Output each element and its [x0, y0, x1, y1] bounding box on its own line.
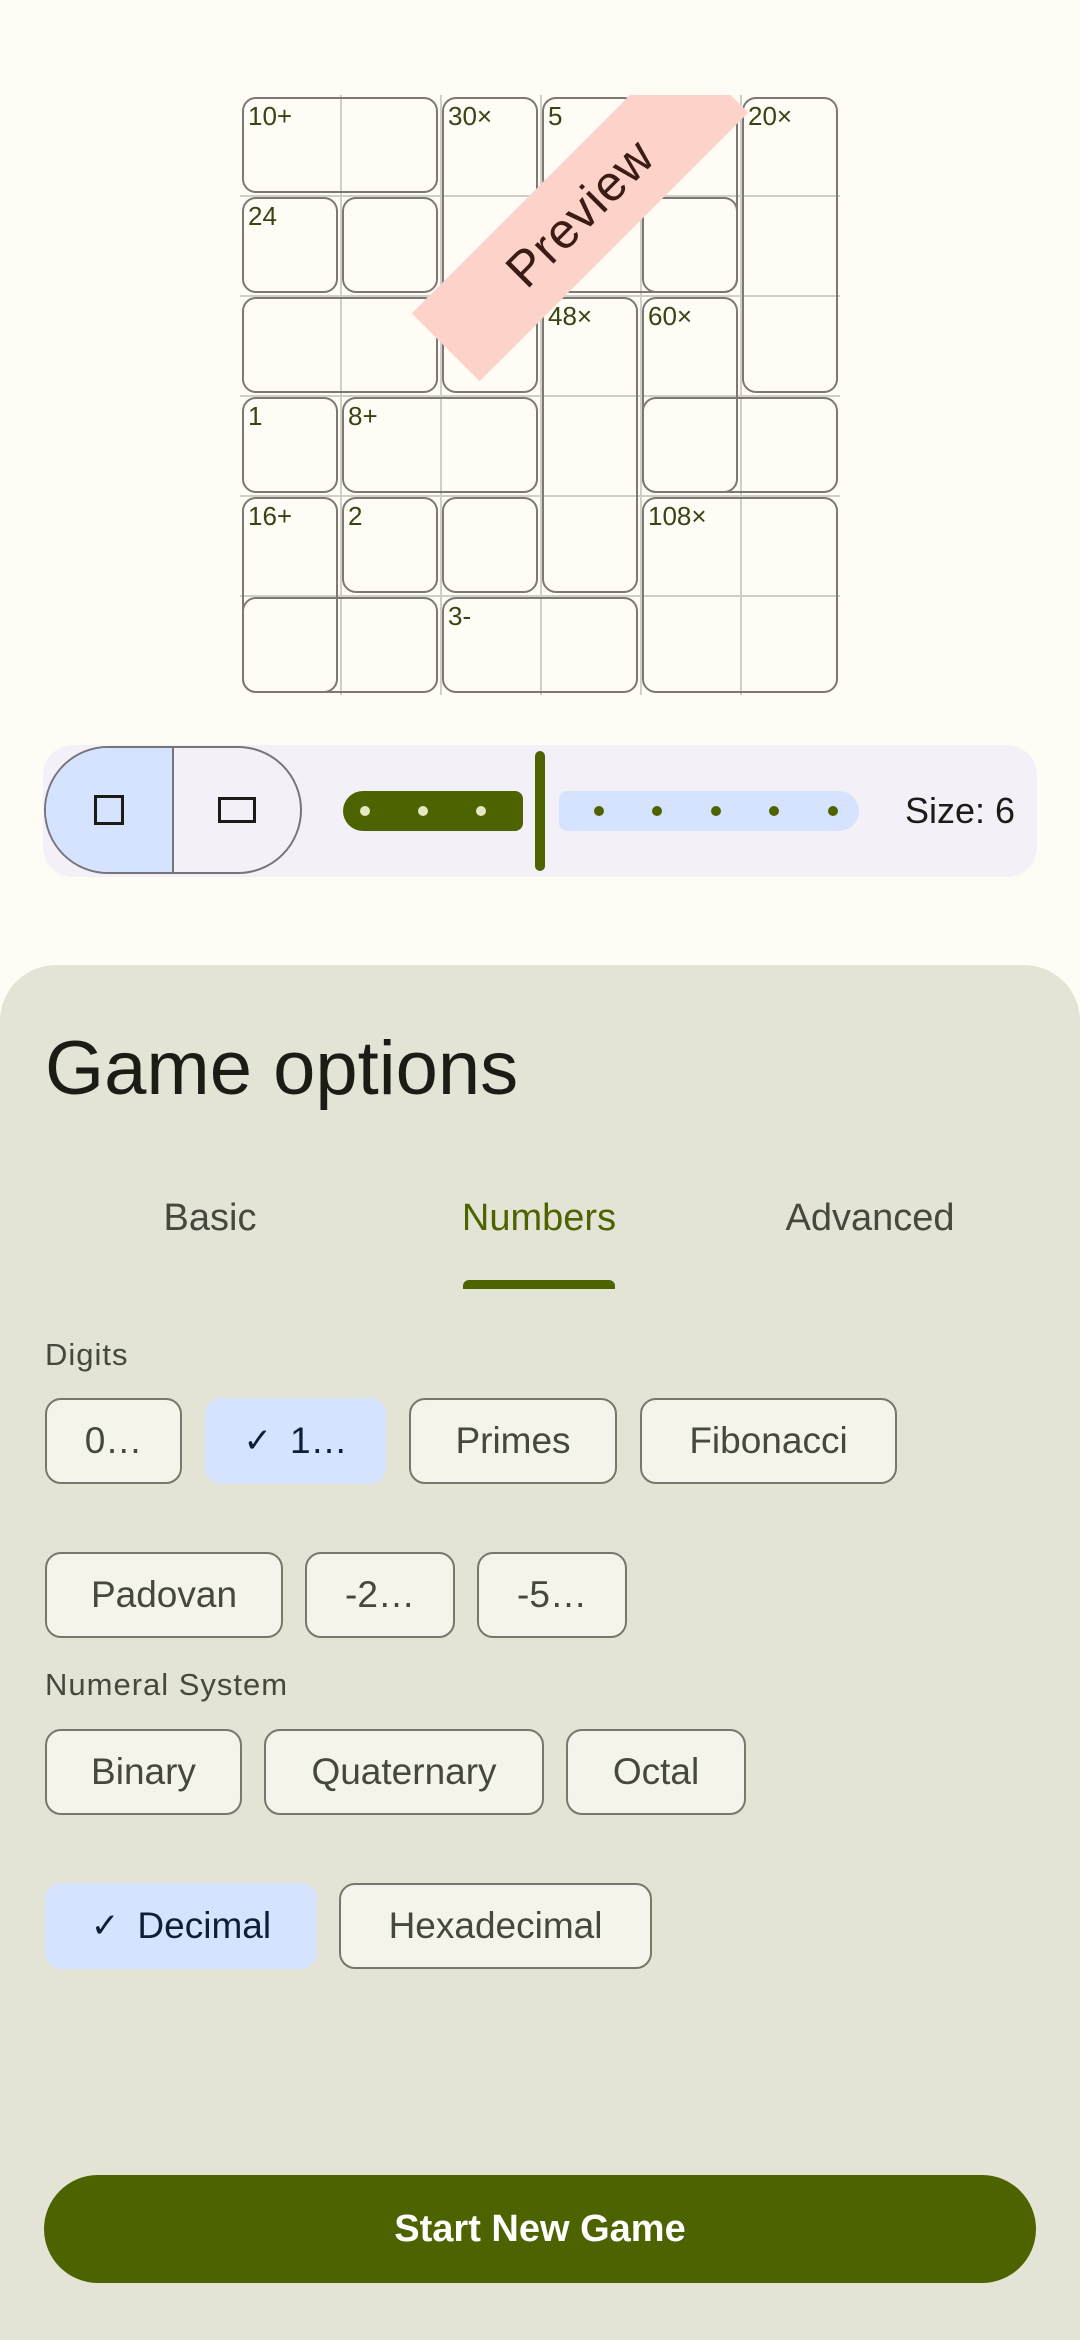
square-icon [94, 795, 124, 825]
numeral-chip-binary[interactable]: Binary [45, 1729, 242, 1815]
rectangle-icon [218, 797, 256, 823]
slider-tick [594, 806, 604, 816]
cage-clue: 8+ [348, 401, 378, 431]
digits-chip-padovan[interactable]: Padovan [45, 1552, 283, 1638]
digits-chip-one[interactable]: ✓ 1… [205, 1398, 386, 1484]
size-selector-panel: Size: 6 [43, 745, 1037, 877]
cage-clue: 1 [248, 401, 263, 431]
rectangle-shape-button[interactable] [174, 748, 300, 872]
chip-label: Hexadecimal [388, 1905, 603, 1946]
sheet-title: Game options [45, 1026, 519, 1111]
numeral-chip-quaternary[interactable]: Quaternary [264, 1729, 544, 1815]
grid-shape-toggle [44, 746, 302, 874]
cage-clue: 30× [448, 101, 493, 131]
cage [442, 497, 538, 593]
cage-clue: 2 [348, 501, 363, 531]
tab-indicator [463, 1280, 615, 1289]
chip-label: Quaternary [311, 1751, 497, 1792]
slider-tick [828, 806, 838, 816]
chip-label: Fibonacci [689, 1420, 848, 1461]
cage [442, 597, 638, 693]
digits-chip-minus-two[interactable]: -2… [305, 1552, 455, 1638]
slider-inactive-track [559, 791, 859, 831]
square-shape-button[interactable] [46, 748, 174, 872]
chip-label: Primes [455, 1420, 571, 1461]
slider-thumb[interactable] [535, 751, 545, 871]
start-new-game-button[interactable]: Start New Game [44, 2175, 1036, 2283]
cage-clue: 60× [648, 301, 693, 331]
digits-label: Digits [45, 1337, 129, 1372]
chip-label: Binary [91, 1751, 196, 1792]
tab-advanced[interactable]: Advanced [705, 1197, 1035, 1240]
cage [242, 297, 438, 393]
size-label: Size: 6 [904, 790, 1015, 831]
cage-clue: 24 [248, 201, 277, 231]
chip-label: Octal [612, 1751, 700, 1792]
chip-label: 0… [84, 1420, 143, 1461]
cage-clue: 20× [748, 101, 793, 131]
slider-tick [418, 806, 428, 816]
numeral-system-label: Numeral System [45, 1667, 289, 1702]
check-icon: ✓ [243, 1422, 272, 1460]
puzzle-preview: 10+ 30× 5 8+ 20× 24 48× 60× 1 8+ 16+ 2 1… [240, 95, 840, 695]
digits-chip-zero[interactable]: 0… [45, 1398, 182, 1484]
cage-clue: 3- [448, 601, 472, 631]
cage-clue: 10+ [248, 101, 293, 131]
numeral-chip-octal[interactable]: Octal [566, 1729, 746, 1815]
chip-label: Decimal [137, 1905, 272, 1946]
digits-chip-primes[interactable]: Primes [409, 1398, 617, 1484]
chip-label: -5… [517, 1574, 587, 1615]
numeral-chip-decimal[interactable]: ✓ Decimal [45, 1883, 317, 1969]
game-options-sheet: Game options Basic Numbers Advanced Digi… [0, 965, 1080, 2340]
digits-chip-fibonacci[interactable]: Fibonacci [640, 1398, 897, 1484]
numeral-chip-hexadecimal[interactable]: Hexadecimal [339, 1883, 652, 1969]
chip-label: 1… [289, 1420, 348, 1461]
slider-active-track [343, 791, 523, 831]
tab-numbers[interactable]: Numbers [374, 1197, 704, 1240]
digits-chip-minus-five[interactable]: -5… [477, 1552, 627, 1638]
cage [642, 397, 838, 493]
slider-tick [652, 806, 662, 816]
slider-tick [360, 806, 370, 816]
cage [242, 597, 438, 693]
cage [342, 197, 438, 293]
cage [742, 97, 838, 393]
check-icon: ✓ [90, 1907, 120, 1945]
slider-tick [476, 806, 486, 816]
cage-clue: 16+ [248, 501, 293, 531]
slider-tick [711, 806, 721, 816]
cage-clue: 108× [648, 501, 707, 531]
tab-basic[interactable]: Basic [45, 1197, 375, 1240]
cage [542, 297, 638, 593]
chip-label: -2… [345, 1574, 415, 1615]
slider-tick [769, 806, 779, 816]
chip-label: Padovan [90, 1574, 238, 1615]
cage-clue: 5 [548, 101, 563, 131]
